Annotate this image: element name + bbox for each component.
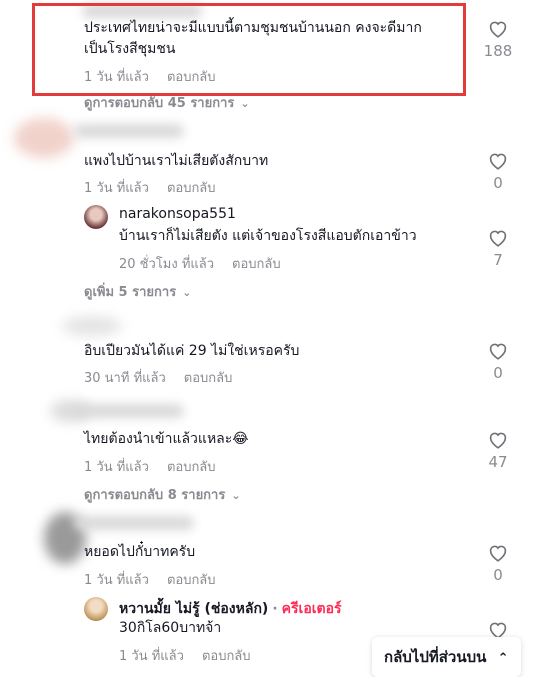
like-count: 0	[493, 566, 503, 584]
back-to-top-button[interactable]: กลับไปที่ส่วนบน ⌃	[372, 637, 521, 677]
reply-button[interactable]: ตอบกลับ	[167, 460, 216, 475]
reply-button[interactable]: ตอบกลับ	[167, 573, 216, 588]
chevron-down-icon: ⌄	[231, 489, 241, 502]
reply-text: 30กิโล60บาทจ้า	[119, 620, 222, 636]
view-replies-label: ดูการตอบกลับ 45 รายการ	[84, 96, 235, 111]
separator-dot: ·	[272, 601, 278, 617]
comment-time: 1 วัน ที่แล้ว	[84, 573, 149, 588]
reply-author[interactable]: narakonsopa551	[119, 206, 236, 222]
heart-outline-icon	[489, 153, 507, 170]
comment-time: 1 วัน ที่แล้ว	[84, 70, 149, 85]
commenter-name-blurred	[74, 404, 184, 418]
heart-outline-icon	[489, 343, 507, 360]
like-button[interactable]: 7	[478, 229, 518, 269]
chevron-down-icon: ⌄	[240, 97, 250, 110]
avatar[interactable]	[62, 316, 122, 336]
like-count: 47	[488, 453, 508, 471]
comment-text: หยอดไปกั๋บาทครับ	[84, 544, 196, 560]
heart-outline-icon	[489, 230, 507, 247]
reply-avatar[interactable]	[84, 597, 108, 621]
heart-outline-icon	[489, 432, 507, 449]
like-count: 7	[493, 251, 503, 269]
like-button[interactable]: 47	[478, 431, 518, 471]
comment-time: 1 วัน ที่แล้ว	[84, 181, 149, 196]
comment-time: 1 วัน ที่แล้ว	[84, 460, 149, 475]
reply-time: 1 วัน ที่แล้ว	[119, 649, 184, 664]
reply-meta: 20 ชั่วโมง ที่แล้ว ตอบกลับ	[119, 253, 281, 274]
chevron-down-icon: ⌄	[182, 286, 192, 299]
like-count: 0	[493, 364, 503, 382]
commenter-name-blurred	[74, 516, 194, 530]
view-replies-label: ดูการตอบกลับ 8 รายการ	[84, 488, 226, 503]
view-replies-button[interactable]: ดูการตอบกลับ 8 รายการ ⌄	[84, 484, 241, 505]
comment-time: 30 นาที ที่แล้ว	[84, 371, 166, 386]
comment-text: แพงไปบ้านเราไม่เสียตังสักบาท	[84, 153, 269, 169]
double-chevron-up-icon: ⌃	[497, 651, 509, 666]
view-more-button[interactable]: ดูเพิ่ม 5 รายการ ⌄	[84, 281, 191, 302]
reply-button[interactable]: ตอบกลับ	[184, 371, 233, 386]
comment-text: อิบเปียวมันได้แค่ 29 ไม่ใช่เหรอครับ	[84, 343, 300, 359]
comment-meta: 1 วัน ที่แล้ว ตอบกลับ	[84, 569, 216, 590]
heart-outline-icon	[489, 21, 507, 38]
like-button[interactable]: 188	[478, 20, 518, 60]
reply-author-row: หวานมั้ย ไม่รู้ (ช่องหลัก) · ครีเอเตอร์	[119, 598, 342, 620]
commenter-name-blurred	[74, 124, 184, 138]
comment-text: ไทยต้องนำเข้าแล้วแหละ😂	[84, 431, 249, 447]
reply-avatar[interactable]	[84, 205, 108, 229]
like-button[interactable]: 0	[478, 342, 518, 382]
like-button[interactable]: 0	[478, 152, 518, 192]
comment-meta: 1 วัน ที่แล้ว ตอบกลับ	[84, 456, 216, 477]
back-to-top-label: กลับไปที่ส่วนบน	[384, 648, 487, 666]
reply-time: 20 ชั่วโมง ที่แล้ว	[119, 257, 215, 272]
comment-meta: 1 วัน ที่แล้ว ตอบกลับ	[84, 66, 216, 87]
avatar[interactable]	[14, 118, 74, 158]
reply-button[interactable]: ตอบกลับ	[167, 70, 216, 85]
comment-text-line: ประเทศไทยน่าจะมีแบบนี้ตามชุมชนบ้านนอก คง…	[84, 20, 422, 36]
like-count: 0	[493, 174, 503, 192]
like-count: 188	[483, 42, 513, 60]
comment-meta: 30 นาที ที่แล้ว ตอบกลับ	[84, 367, 232, 388]
reply-button[interactable]: ตอบกลับ	[167, 181, 216, 196]
reply-button[interactable]: ตอบกลับ	[232, 257, 281, 272]
reply-author[interactable]: หวานมั้ย ไม่รู้ (ช่องหลัก)	[119, 601, 268, 617]
reply-text: บ้านเราก็ไม่เสียตัง แต่เจ้าของโรงสีแอบตั…	[119, 228, 417, 244]
view-more-label: ดูเพิ่ม 5 รายการ	[84, 285, 177, 300]
comment-meta: 1 วัน ที่แล้ว ตอบกลับ	[84, 177, 216, 198]
view-replies-button[interactable]: ดูการตอบกลับ 45 รายการ ⌄	[84, 92, 250, 113]
heart-outline-icon	[489, 545, 507, 562]
creator-badge: ครีเอเตอร์	[281, 601, 342, 617]
reply-meta: 1 วัน ที่แล้ว ตอบกลับ	[119, 645, 251, 666]
like-button[interactable]: 0	[478, 544, 518, 584]
comment-text-line: เป็นโรงสีชุมชน	[84, 41, 176, 57]
reply-button[interactable]: ตอบกลับ	[202, 649, 251, 664]
